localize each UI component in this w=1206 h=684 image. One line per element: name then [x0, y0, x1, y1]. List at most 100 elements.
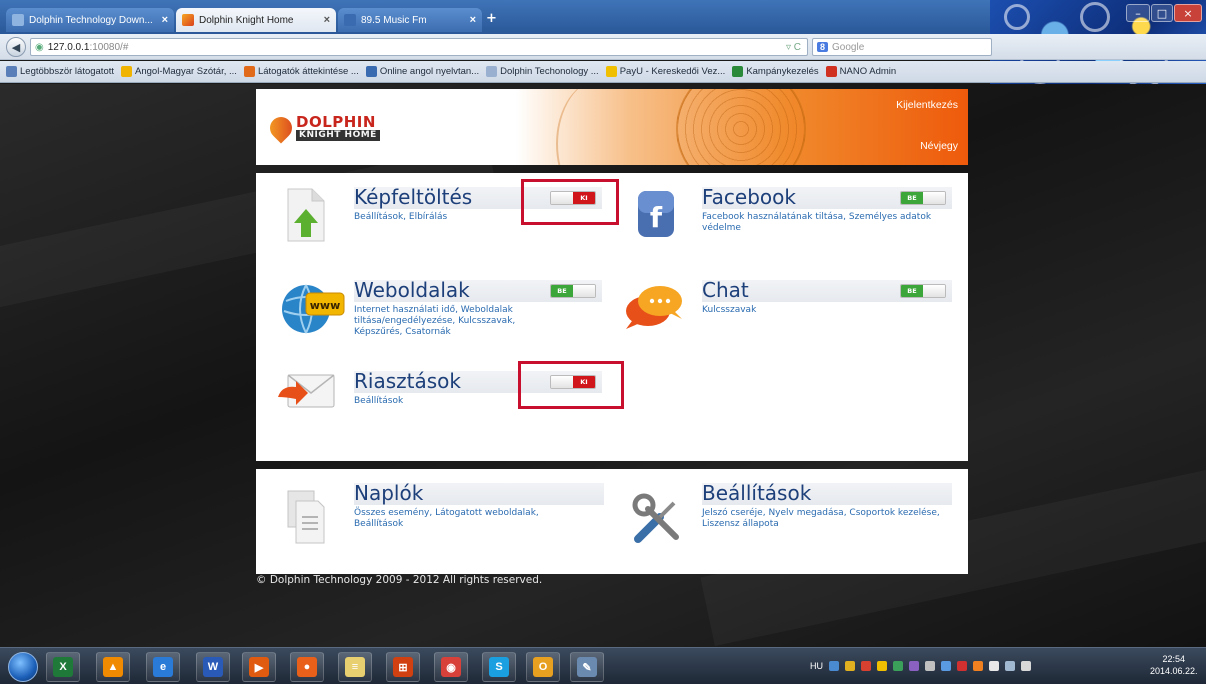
tray-app-icon[interactable] [957, 661, 967, 671]
taskbar-button[interactable]: ● [290, 652, 324, 682]
close-icon[interactable]: × [324, 14, 330, 26]
bookmark-icon [732, 66, 744, 77]
network-icon[interactable] [829, 661, 839, 671]
feature-title: Képfeltöltés [354, 185, 473, 209]
feature-description[interactable]: Kulcsszavak [702, 305, 938, 316]
feature-title: Chat [702, 278, 749, 302]
taskbar-button[interactable]: O [526, 652, 560, 682]
facebook-letter: f [650, 201, 663, 234]
tray-app-icon[interactable] [877, 661, 887, 671]
tab-dolphin-knight-home[interactable]: Dolphin Knight Home × [176, 8, 336, 32]
mail-alert-icon[interactable] [276, 369, 338, 415]
notes-icon: ≡ [345, 657, 365, 677]
weboldalak-toggle[interactable]: BE [550, 284, 596, 298]
feature-description[interactable]: Beállítások, Elbírálás [354, 212, 534, 223]
close-icon[interactable]: × [162, 14, 168, 26]
tray-app-icon[interactable] [941, 661, 951, 671]
search-engine-icon[interactable]: 8 [817, 42, 829, 52]
taskbar-button[interactable]: ⊞ [386, 652, 420, 682]
copyright-footer: © Dolphin Technology 2009 - 2012 All rig… [256, 574, 543, 586]
close-window-button[interactable]: × [1174, 4, 1202, 22]
bookmark-label: Online angol nyelvtan... [379, 66, 480, 77]
facebook-icon[interactable]: f [636, 189, 676, 239]
log-documents-icon[interactable] [284, 487, 328, 547]
bookmark-icon [825, 66, 837, 77]
bookmark-item[interactable]: Legtöbbször látogatott [6, 66, 114, 77]
taskbar-button[interactable]: X [46, 652, 80, 682]
word-icon: W [203, 657, 223, 677]
wrench-screwdriver-icon[interactable] [630, 491, 684, 543]
feature-title: Weboldalak [354, 278, 470, 302]
minimize-button[interactable]: – [1126, 4, 1150, 22]
bookmark-item[interactable]: NANO Admin [825, 66, 896, 77]
address-bar[interactable]: ◉ 127.0.0.1:10080/# ▿ C [30, 38, 808, 56]
dolphin-knight-home-logo[interactable]: DOLPHIN KNIGHT HOME [265, 112, 380, 144]
bookmark-item[interactable]: Dolphin Techonology ... [486, 66, 599, 77]
feature-title: Facebook [702, 185, 796, 209]
site-header: DOLPHIN KNIGHT HOME Kijelentkezés Névjeg… [256, 89, 968, 165]
taskbar-button[interactable]: W [196, 652, 230, 682]
speaker-icon[interactable] [925, 661, 935, 671]
taskbar-button[interactable]: ✎ [570, 652, 604, 682]
taskbar-button[interactable]: ≡ [338, 652, 372, 682]
bookmark-icon [486, 66, 498, 77]
tray-app-icon[interactable] [893, 661, 903, 671]
ie-icon: e [153, 657, 173, 677]
www-label: www [310, 299, 341, 312]
start-button[interactable] [8, 652, 38, 682]
tab-dolphin-download[interactable]: Dolphin Technology Down... × [6, 8, 174, 32]
feature-description[interactable]: Beállítások [354, 396, 534, 407]
bookmark-icon [121, 66, 133, 77]
chat-toggle[interactable]: BE [900, 284, 946, 298]
flag-icon[interactable] [989, 661, 999, 671]
tab-music-fm[interactable]: 89.5 Music Fm × [338, 8, 482, 32]
bookmark-item[interactable]: Látogatók áttekintése ... [243, 66, 359, 77]
logout-link[interactable]: Kijelentkezés [896, 99, 958, 111]
globe-icon: ◉ [35, 41, 44, 53]
feature-description[interactable]: Internet használati idő, Weboldalak tilt… [354, 305, 544, 338]
search-box[interactable]: 8 Google [812, 38, 992, 56]
windows-taskbar: X ▲ e W ▶ ● ≡ ⊞ ◉ S O ✎ HU 22:54 2014.06.22. [0, 647, 1206, 684]
excel-icon: X [53, 657, 73, 677]
bookmark-icon [243, 66, 255, 77]
tool-description[interactable]: Jelszó cseréje, Nyelv megadása, Csoporto… [702, 508, 942, 530]
volume-icon[interactable] [1021, 661, 1031, 671]
language-indicator[interactable]: HU [810, 661, 823, 671]
taskbar-button[interactable]: ◉ [434, 652, 468, 682]
tool-title: Naplók [354, 481, 424, 505]
bookmark-item[interactable]: Angol-Magyar Szótár, ... [121, 66, 237, 77]
tray-app-icon[interactable] [861, 661, 871, 671]
logo-text-main: DOLPHIN [296, 113, 376, 131]
display-icon[interactable] [1005, 661, 1015, 671]
tab-label: 89.5 Music Fm [361, 14, 427, 26]
bookmark-item[interactable]: PayU - Kereskedői Vez... [605, 66, 725, 77]
bookmark-item[interactable]: Online angol nyelvtan... [365, 66, 480, 77]
taskbar-button[interactable]: ▲ [96, 652, 130, 682]
clock[interactable]: 22:54 2014.06.22. [1150, 653, 1198, 677]
onenote-icon[interactable] [909, 661, 919, 671]
dolphin-favicon [182, 14, 194, 26]
bookmark-label: Kampánykezelés [746, 66, 819, 77]
taskbar-button[interactable]: S [482, 652, 516, 682]
new-tab-button[interactable]: + [486, 11, 497, 26]
antivirus-icon[interactable] [845, 661, 855, 671]
upload-icon[interactable] [282, 187, 328, 243]
www-globe-icon[interactable]: www [280, 279, 346, 335]
toggle-state: BE [551, 285, 573, 297]
bookmark-item[interactable]: Kampánykezelés [732, 66, 819, 77]
taskbar-button[interactable]: e [146, 652, 180, 682]
about-link[interactable]: Névjegy [920, 140, 958, 152]
tools-panel: Naplók Összes esemény, Látogatott webold… [256, 469, 968, 574]
back-button[interactable]: ◀ [6, 37, 26, 57]
reload-icon[interactable]: ▿ C [786, 42, 801, 53]
facebook-toggle[interactable]: BE [900, 191, 946, 205]
chat-bubbles-icon[interactable] [622, 281, 688, 331]
maximize-button[interactable]: □ [1151, 4, 1173, 22]
taskbar-button[interactable]: ▶ [242, 652, 276, 682]
firefox-icon: ● [297, 657, 317, 677]
close-icon[interactable]: × [470, 14, 476, 26]
feature-description[interactable]: Facebook használatának tiltása, Személye… [702, 212, 938, 234]
tray-app-icon[interactable] [973, 661, 983, 671]
tool-description[interactable]: Összes esemény, Látogatott weboldalak, B… [354, 508, 584, 530]
chrome-icon: ◉ [441, 657, 461, 677]
